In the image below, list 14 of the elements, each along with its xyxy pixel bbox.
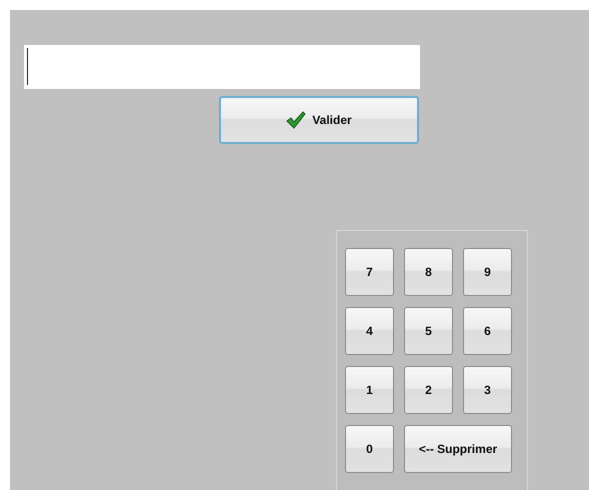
digit-key[interactable]: 1 (345, 366, 394, 414)
checkmark-icon (286, 111, 306, 129)
confirm-button[interactable]: Valider (219, 96, 419, 144)
digit-key[interactable]: 3 (463, 366, 512, 414)
digit-key[interactable]: 7 (345, 248, 394, 296)
digit-key[interactable]: 0 (345, 425, 394, 473)
digit-key[interactable]: 5 (404, 307, 453, 355)
digit-key[interactable]: 2 (404, 366, 453, 414)
digit-key[interactable]: 6 (463, 307, 512, 355)
input-field[interactable] (24, 45, 420, 89)
delete-key[interactable]: <-- Supprimer (404, 425, 512, 473)
digit-key[interactable]: 9 (463, 248, 512, 296)
digit-key[interactable]: 4 (345, 307, 394, 355)
digit-key[interactable]: 8 (404, 248, 453, 296)
